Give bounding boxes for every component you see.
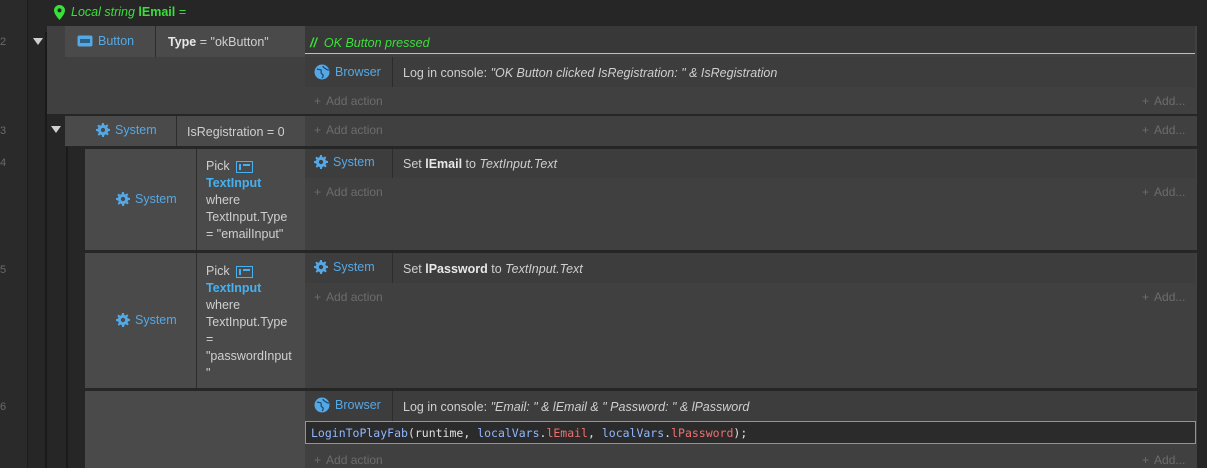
gear-icon xyxy=(116,313,130,327)
add-more-button[interactable]: + Add... xyxy=(1142,290,1185,304)
cell-separator xyxy=(392,391,393,421)
add-more-button[interactable]: + Add... xyxy=(1142,453,1185,467)
action-object-label: System xyxy=(333,155,375,169)
condition-object-label: Button xyxy=(98,34,135,48)
system-object[interactable]: System xyxy=(116,192,177,206)
add-action-button[interactable]: + Add action xyxy=(314,185,383,199)
action-object-label: Browser xyxy=(335,65,381,79)
add-action-button[interactable]: + Add action xyxy=(314,94,383,108)
condition-object-label: System xyxy=(135,192,177,206)
add-action-button[interactable]: + Add action xyxy=(314,123,383,137)
comment-mark: // xyxy=(310,36,317,50)
local-variable-row[interactable]: Local string lEmail = xyxy=(54,3,186,21)
set-variable-action[interactable]: Set lPassword to TextInput.Text xyxy=(403,262,583,276)
collapse-triangle-icon[interactable] xyxy=(33,38,43,45)
line-number: 6 xyxy=(0,401,7,413)
action-plain: Log in console: xyxy=(403,66,491,80)
condition-value: = "okButton" xyxy=(199,35,269,49)
pick-condition-text[interactable]: Pick TextInput where TextInput.Type = "e… xyxy=(206,158,302,243)
line-number: 4 xyxy=(0,157,7,169)
button-object-icon xyxy=(77,35,93,47)
action-object-label: System xyxy=(333,260,375,274)
cell-separator xyxy=(155,26,156,57)
set-variable-action[interactable]: Set lEmail to TextInput.Text xyxy=(403,157,557,171)
log-action-text[interactable]: Log in console: "Email: " & lEmail & " P… xyxy=(403,400,749,414)
line-gutter xyxy=(0,0,28,468)
cell-separator xyxy=(196,253,197,388)
condition-text[interactable]: Type = "okButton" xyxy=(168,35,269,49)
gear-icon xyxy=(314,155,328,169)
system-object[interactable]: System xyxy=(96,123,157,137)
add-more-button[interactable]: + Add... xyxy=(1142,94,1185,108)
browser-object[interactable]: Browser xyxy=(314,64,381,80)
comment-text: OK Button pressed xyxy=(323,36,430,50)
pick-condition-text[interactable]: Pick TextInput where TextInput.Type = "p… xyxy=(206,263,302,382)
add-action-button[interactable]: + Add action xyxy=(314,453,383,467)
cell-separator xyxy=(392,149,393,178)
local-var-suffix: = xyxy=(178,5,187,19)
collapse-triangle-icon[interactable] xyxy=(51,126,61,133)
globe-icon xyxy=(314,64,330,80)
cell-separator xyxy=(176,116,177,146)
map-pin-icon xyxy=(54,4,65,20)
condition-object-label: System xyxy=(135,313,177,327)
browser-object[interactable]: Browser xyxy=(314,397,381,413)
local-var-name: lEmail xyxy=(138,5,176,19)
log-action-text[interactable]: Log in console: "OK Button clicked IsReg… xyxy=(403,66,777,80)
cell-separator xyxy=(392,253,393,283)
add-more-button[interactable]: + Add... xyxy=(1142,185,1185,199)
action-object-label: Browser xyxy=(335,398,381,412)
action-expression: "OK Button clicked IsRegistration: " & I… xyxy=(490,66,778,80)
add-action-button[interactable]: + Add action xyxy=(314,290,383,304)
line-number: 5 xyxy=(0,264,7,276)
add-more-button[interactable]: + Add... xyxy=(1142,123,1185,137)
gear-icon xyxy=(116,192,130,206)
condition-object-label: System xyxy=(115,123,157,137)
globe-icon xyxy=(314,397,330,413)
button-object[interactable]: Button xyxy=(77,34,134,48)
cell-separator xyxy=(196,149,197,250)
gear-icon xyxy=(314,260,328,274)
local-var-prefix: Local string xyxy=(71,5,135,19)
block-indent-line xyxy=(66,147,68,468)
condition-text[interactable]: IsRegistration = 0 xyxy=(187,125,285,139)
line-number: 2 xyxy=(0,36,7,48)
comment[interactable]: // OK Button pressed xyxy=(310,36,430,50)
cell-separator xyxy=(392,57,393,87)
condition-param: Type xyxy=(168,35,197,49)
gear-icon xyxy=(96,123,110,137)
system-object[interactable]: System xyxy=(314,155,375,169)
comment-row[interactable] xyxy=(305,26,1195,54)
textinput-object-icon xyxy=(235,160,253,173)
condition-row[interactable] xyxy=(85,391,305,468)
system-object[interactable]: System xyxy=(116,313,177,327)
script-action-code[interactable]: LoginToPlayFab (runtime, localVars. lEmail… xyxy=(305,421,1196,444)
system-object[interactable]: System xyxy=(314,260,375,274)
line-number: 3 xyxy=(0,125,7,137)
textinput-object-icon xyxy=(235,265,253,278)
